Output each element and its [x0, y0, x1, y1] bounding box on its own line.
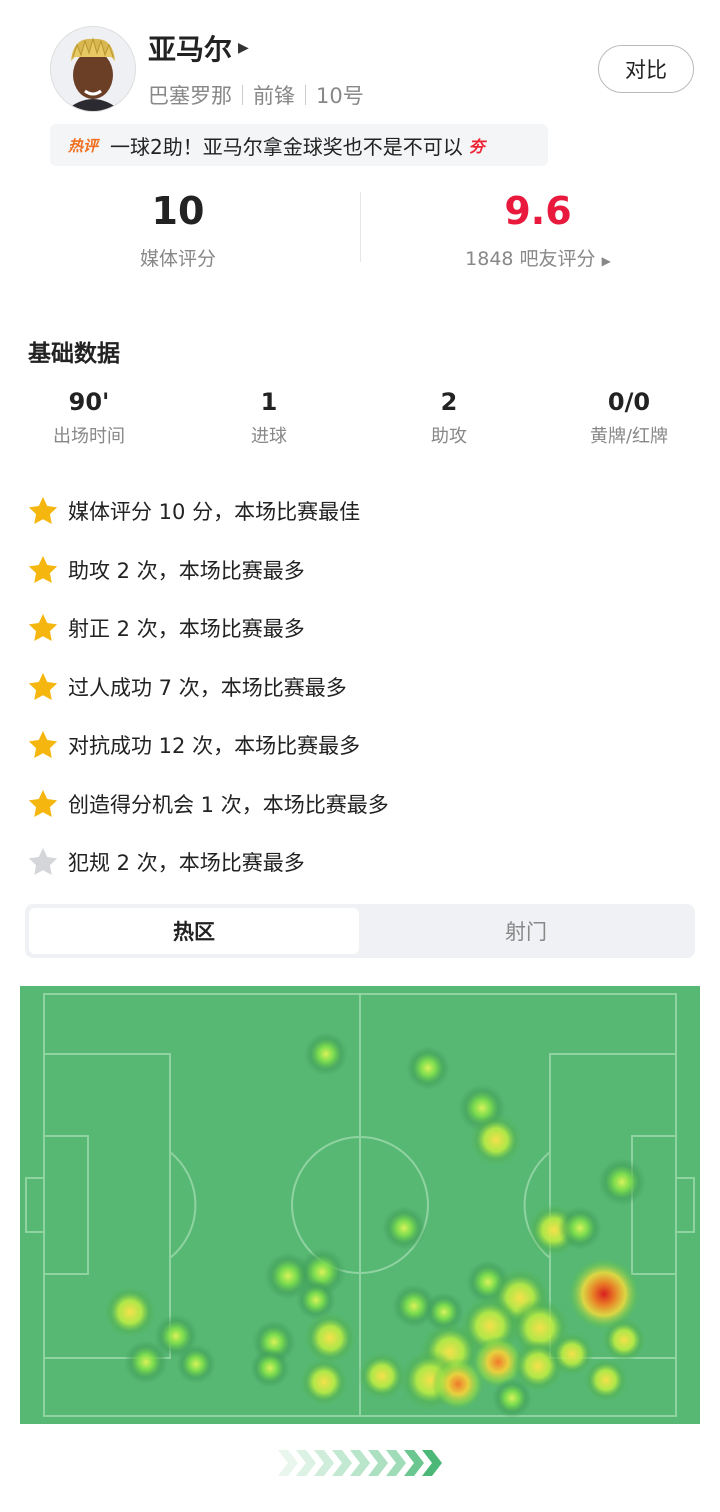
stat-value: 0/0 [607, 388, 651, 416]
stat-value: 2 [440, 388, 458, 416]
stat-assists: 2 助攻 [374, 388, 524, 448]
stat-label: 黄牌/红牌 [589, 426, 669, 447]
highlight-item: 助攻 2 次，本场比赛最多 [26, 550, 305, 590]
gold-star-icon [28, 672, 58, 701]
hot-comment-tag: 热评 [68, 136, 99, 155]
highlight-item: 媒体评分 10 分，本场比赛最佳 [26, 491, 360, 531]
hot-comment-emphasis: 夯 [468, 137, 485, 156]
divider [242, 85, 243, 105]
stat-goals: 1 进球 [194, 388, 344, 448]
divider [305, 85, 306, 105]
media-score: 10 [151, 189, 205, 233]
stat-value: 90' [68, 388, 110, 416]
fan-score-label: 1848 吧友评分 [465, 248, 596, 270]
play-arrow-icon: ▶ [601, 254, 611, 268]
scroll-chevrons-icon[interactable] [278, 1448, 444, 1482]
hot-comment-text: 一球2助！亚马尔拿金球奖也不是不可以 [110, 134, 463, 159]
player-name: 亚马尔 [148, 33, 233, 66]
highlight-text: 对抗成功 12 次，本场比赛最多 [68, 734, 361, 758]
heatmap-pitch [20, 986, 700, 1424]
stat-label: 助攻 [431, 426, 467, 447]
tab-heatmap[interactable]: 热区 [29, 908, 359, 954]
media-score-label: 媒体评分 [139, 248, 216, 270]
highlight-item: 射正 2 次，本场比赛最多 [26, 608, 305, 648]
fan-score: 9.6 [504, 189, 572, 233]
stat-cards: 0/0 黄牌/红牌 [554, 388, 704, 448]
compare-button[interactable]: 对比 [598, 45, 694, 93]
player-number: 10号 [316, 84, 364, 108]
stat-value: 1 [260, 388, 278, 416]
hot-comment-bar[interactable]: 热评 一球2助！亚马尔拿金球奖也不是不可以 夯 [50, 124, 548, 166]
gold-star-icon [28, 789, 58, 818]
highlight-text: 创造得分机会 1 次，本场比赛最多 [68, 793, 389, 817]
gold-star-icon [28, 555, 58, 584]
tab-bar: 热区 射门 [25, 904, 695, 958]
section-title: 基础数据 [28, 341, 120, 367]
highlight-text: 犯规 2 次，本场比赛最多 [68, 851, 305, 875]
highlight-item: 犯规 2 次，本场比赛最多 [26, 842, 305, 882]
stat-minutes: 90' 出场时间 [14, 388, 164, 448]
play-arrow-icon: ▶ [238, 40, 249, 56]
gold-star-icon [28, 496, 58, 525]
fan-score-row: 1848 吧友评分 ▶ [418, 244, 658, 271]
highlight-text: 媒体评分 10 分，本场比赛最佳 [68, 500, 361, 524]
stat-label: 进球 [251, 426, 287, 447]
player-meta: 巴塞罗那 前锋 10号 [148, 80, 364, 110]
tab-shots[interactable]: 射门 [361, 908, 691, 954]
gold-star-icon [28, 730, 58, 759]
player-name-row[interactable]: 亚马尔 ▶ [148, 28, 249, 68]
player-club: 巴塞罗那 [148, 84, 232, 108]
gold-star-icon [28, 613, 58, 642]
player-avatar [50, 26, 136, 112]
highlight-item: 对抗成功 12 次，本场比赛最多 [26, 725, 360, 765]
highlight-text: 助攻 2 次，本场比赛最多 [68, 559, 305, 583]
highlight-text: 射正 2 次，本场比赛最多 [68, 617, 305, 641]
media-rating: 10 媒体评分 [58, 190, 298, 271]
highlight-item: 创造得分机会 1 次，本场比赛最多 [26, 784, 389, 824]
fan-rating[interactable]: 9.6 1848 吧友评分 ▶ [418, 190, 658, 271]
rating-divider [360, 192, 361, 262]
stat-label: 出场时间 [53, 426, 125, 447]
player-position: 前锋 [253, 84, 295, 108]
highlight-item: 过人成功 7 次，本场比赛最多 [26, 667, 347, 707]
highlight-text: 过人成功 7 次，本场比赛最多 [68, 676, 347, 700]
grey-star-icon [28, 847, 58, 876]
